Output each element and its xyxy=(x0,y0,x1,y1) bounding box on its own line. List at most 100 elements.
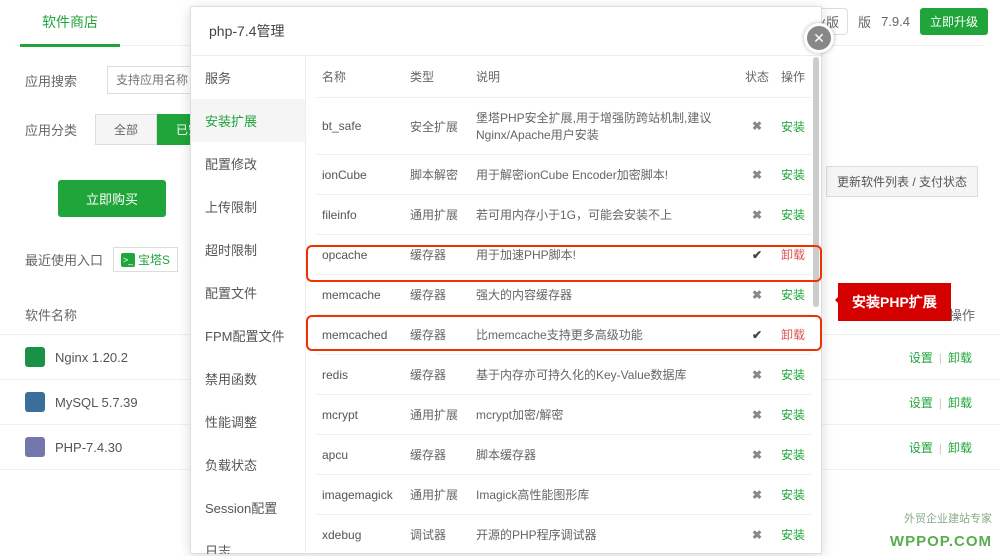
ext-desc: 用于解密ionCube Encoder加密脚本! xyxy=(470,155,739,195)
ext-status: ✖ xyxy=(739,515,775,555)
ext-name: ionCube xyxy=(316,155,404,195)
ext-desc: 强大的内容缓存器 xyxy=(470,275,739,315)
ext-desc: mcrypt加密/解密 xyxy=(470,395,739,435)
ext-status: ✖ xyxy=(739,195,775,235)
php-manage-modal: php-7.4管理 ✕ 服务安装扩展配置修改上传限制超时限制配置文件FPM配置文… xyxy=(190,6,822,554)
ext-desc: 若可用内存小于1G，可能会安装不上 xyxy=(470,195,739,235)
x-icon: ✖ xyxy=(752,119,762,133)
ext-desc: 堡塔PHP安全扩展,用于增强防跨站机制,建议Nginx/Apache用户安装 xyxy=(470,98,739,155)
ext-name: memcached xyxy=(316,315,404,355)
install-link[interactable]: 安装 xyxy=(781,120,805,134)
ext-name: apcu xyxy=(316,435,404,475)
ext-row-ionCube: ionCube脚本解密用于解密ionCube Encoder加密脚本! ✖ 安装 xyxy=(316,155,811,195)
x-icon: ✖ xyxy=(752,488,762,502)
ext-type: 安全扩展 xyxy=(404,98,470,155)
x-icon: ✖ xyxy=(752,408,762,422)
ext-status: ✖ xyxy=(739,435,775,475)
install-link[interactable]: 安装 xyxy=(781,168,805,182)
th-name: 名称 xyxy=(316,56,404,98)
ext-desc: 脚本缓存器 xyxy=(470,435,739,475)
ext-desc: 基于内存亦可持久化的Key-Value数据库 xyxy=(470,355,739,395)
install-link[interactable]: 安装 xyxy=(781,528,805,542)
ext-row-apcu: apcu缓存器脚本缓存器 ✖ 安装 xyxy=(316,435,811,475)
modal-title: php-7.4管理 xyxy=(191,7,821,56)
install-link[interactable]: 安装 xyxy=(781,208,805,222)
ext-type: 通用扩展 xyxy=(404,475,470,515)
x-icon: ✖ xyxy=(752,208,762,222)
ext-row-mcrypt: mcrypt通用扩展mcrypt加密/解密 ✖ 安装 xyxy=(316,395,811,435)
modal-nav-8[interactable]: 性能调整 xyxy=(191,400,305,443)
modal-nav-1[interactable]: 安装扩展 xyxy=(191,99,305,142)
install-link[interactable]: 安装 xyxy=(781,488,805,502)
x-icon: ✖ xyxy=(752,288,762,302)
ext-type: 缓存器 xyxy=(404,235,470,275)
uninstall-link[interactable]: 卸载 xyxy=(781,328,805,342)
x-icon: ✖ xyxy=(752,448,762,462)
ext-status: ✖ xyxy=(739,275,775,315)
th-type: 类型 xyxy=(404,56,470,98)
ext-type: 缓存器 xyxy=(404,435,470,475)
modal-nav-6[interactable]: FPM配置文件 xyxy=(191,314,305,357)
x-icon: ✖ xyxy=(752,528,762,542)
ext-type: 脚本解密 xyxy=(404,155,470,195)
install-link[interactable]: 安装 xyxy=(781,448,805,462)
th-ops: 操作 xyxy=(775,56,811,98)
ext-name: memcache xyxy=(316,275,404,315)
ext-name: bt_safe xyxy=(316,98,404,155)
x-icon: ✖ xyxy=(752,368,762,382)
ext-type: 通用扩展 xyxy=(404,195,470,235)
uninstall-link[interactable]: 卸载 xyxy=(781,248,805,262)
ext-name: mcrypt xyxy=(316,395,404,435)
ext-type: 通用扩展 xyxy=(404,395,470,435)
scrollbar[interactable] xyxy=(813,57,819,307)
ext-type: 缓存器 xyxy=(404,275,470,315)
watermark: WPPOP.COM xyxy=(890,533,992,550)
ext-desc: 比memcache支持更多高级功能 xyxy=(470,315,739,355)
ext-row-memcache: memcache缓存器强大的内容缓存器 ✖ 安装 xyxy=(316,275,811,315)
ext-row-bt_safe: bt_safe安全扩展堡塔PHP安全扩展,用于增强防跨站机制,建议Nginx/A… xyxy=(316,98,811,155)
ext-status: ✔ xyxy=(739,315,775,355)
modal-nav-9[interactable]: 负载状态 xyxy=(191,443,305,486)
ext-status: ✔ xyxy=(739,235,775,275)
install-link[interactable]: 安装 xyxy=(781,288,805,302)
ext-name: xdebug xyxy=(316,515,404,555)
watermark-sub: 外贸企业建站专家 xyxy=(904,510,992,526)
ext-name: redis xyxy=(316,355,404,395)
install-link[interactable]: 安装 xyxy=(781,368,805,382)
th-status: 状态 xyxy=(739,56,775,98)
ext-type: 缓存器 xyxy=(404,315,470,355)
ext-desc: 开源的PHP程序调试器 xyxy=(470,515,739,555)
ext-status: ✖ xyxy=(739,155,775,195)
ext-row-opcache: opcache缓存器用于加速PHP脚本!✔ 卸载 xyxy=(316,235,811,275)
ext-name: imagemagick xyxy=(316,475,404,515)
check-icon: ✔ xyxy=(752,328,762,342)
ext-name: fileinfo xyxy=(316,195,404,235)
ext-desc: 用于加速PHP脚本! xyxy=(470,235,739,275)
th-desc: 说明 xyxy=(470,56,739,98)
ext-status: ✖ xyxy=(739,355,775,395)
close-icon[interactable]: ✕ xyxy=(804,23,834,53)
ext-status: ✖ xyxy=(739,475,775,515)
modal-nav-11[interactable]: 日志 xyxy=(191,529,305,554)
modal-nav-3[interactable]: 上传限制 xyxy=(191,185,305,228)
modal-nav-5[interactable]: 配置文件 xyxy=(191,271,305,314)
modal-nav-2[interactable]: 配置修改 xyxy=(191,142,305,185)
ext-desc: Imagick高性能图形库 xyxy=(470,475,739,515)
modal-nav-10[interactable]: Session配置 xyxy=(191,486,305,529)
ext-row-fileinfo: fileinfo通用扩展若可用内存小于1G，可能会安装不上 ✖ 安装 xyxy=(316,195,811,235)
ext-row-memcached: memcached缓存器比memcache支持更多高级功能 ✔ 卸载 xyxy=(316,315,811,355)
modal-nav-4[interactable]: 超时限制 xyxy=(191,228,305,271)
ext-type: 缓存器 xyxy=(404,355,470,395)
modal-nav-7[interactable]: 禁用函数 xyxy=(191,357,305,400)
callout-install-php-ext: 安装PHP扩展 xyxy=(838,283,951,321)
x-icon: ✖ xyxy=(752,168,762,182)
ext-name: opcache xyxy=(316,235,404,275)
ext-status: ✖ xyxy=(739,98,775,155)
ext-row-xdebug: xdebug调试器开源的PHP程序调试器 ✖ 安装 xyxy=(316,515,811,555)
install-link[interactable]: 安装 xyxy=(781,408,805,422)
ext-status: ✖ xyxy=(739,395,775,435)
modal-nav-0[interactable]: 服务 xyxy=(191,56,305,99)
ext-row-imagemagick: imagemagick通用扩展Imagick高性能图形库 ✖ 安装 xyxy=(316,475,811,515)
ext-row-redis: redis缓存器基于内存亦可持久化的Key-Value数据库 ✖ 安装 xyxy=(316,355,811,395)
ext-type: 调试器 xyxy=(404,515,470,555)
